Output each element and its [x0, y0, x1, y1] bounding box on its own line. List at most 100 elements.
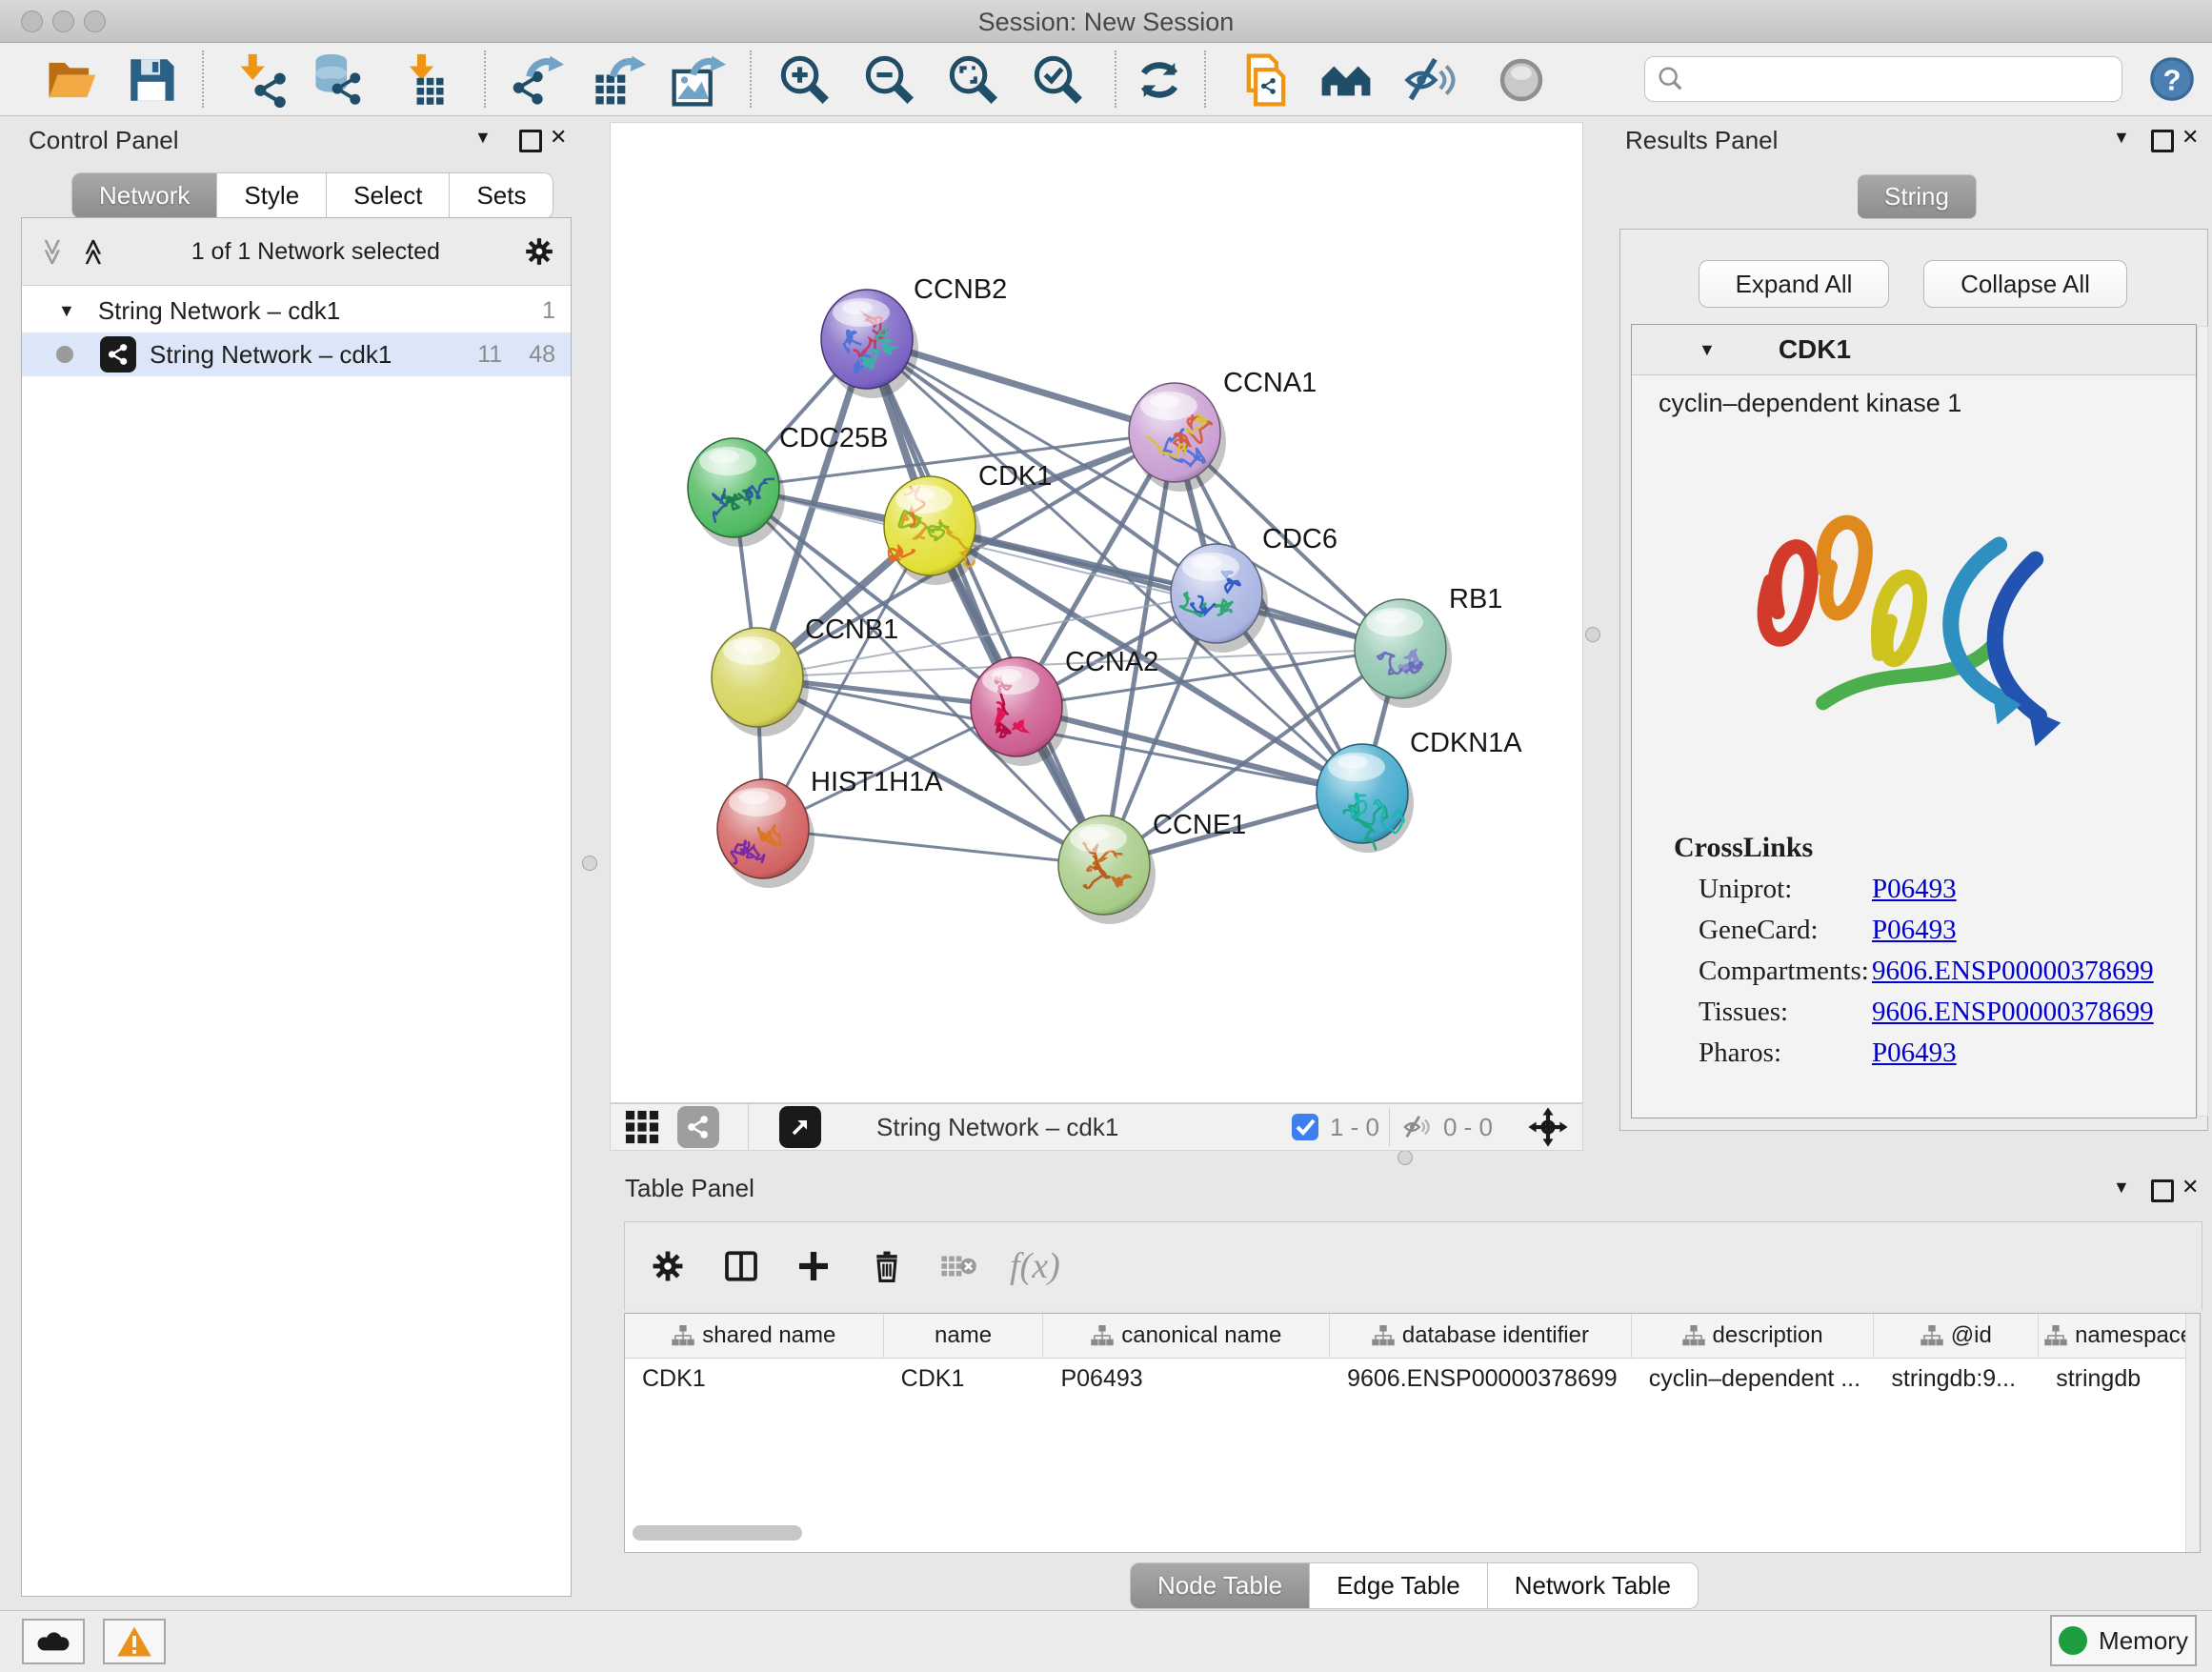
- results-panel-close-icon[interactable]: ✕: [2182, 125, 2199, 150]
- network-node-RB1[interactable]: RB1: [1355, 584, 1502, 708]
- tab-edge-table[interactable]: Edge Table: [1310, 1562, 1488, 1609]
- tab-select[interactable]: Select: [327, 172, 450, 219]
- import-network-file-icon[interactable]: [236, 52, 292, 108]
- column-header-database-identifier[interactable]: database identifier: [1330, 1314, 1632, 1358]
- control-panel-tabs: NetworkStyleSelectSets: [71, 172, 553, 219]
- tab-sets[interactable]: Sets: [450, 172, 553, 219]
- svg-text:?: ?: [2163, 63, 2182, 96]
- column-header--id[interactable]: @id: [1874, 1314, 2039, 1358]
- crosslink-link[interactable]: 9606.ENSP00000378699: [1872, 956, 2154, 987]
- search-input[interactable]: [1644, 56, 2122, 102]
- table-cell[interactable]: stringdb:9...: [1874, 1359, 2039, 1400]
- delete-column-icon[interactable]: [869, 1247, 905, 1285]
- zoom-selected-icon[interactable]: [1031, 52, 1086, 108]
- export-table-icon[interactable]: [591, 52, 646, 108]
- table-cell[interactable]: cyclin–dependent ...: [1632, 1359, 1875, 1400]
- column-header-name[interactable]: name: [884, 1314, 1044, 1358]
- tab-style[interactable]: Style: [217, 172, 327, 219]
- table-panel-float-icon[interactable]: [2151, 1179, 2174, 1202]
- results-panel-float-icon[interactable]: [2151, 130, 2174, 152]
- network-options-gear-icon[interactable]: [523, 235, 555, 268]
- network-node-CDK1[interactable]: CDK1: [884, 461, 1052, 585]
- warnings-button[interactable]: [103, 1619, 166, 1664]
- column-header-shared-name[interactable]: shared name: [625, 1314, 884, 1358]
- node-section-header[interactable]: ▼ CDK1: [1632, 325, 2196, 375]
- table-header-row[interactable]: shared namenamecanonical namedatabase id…: [625, 1314, 2200, 1359]
- grid-view-icon[interactable]: [622, 1107, 662, 1147]
- network-node-CCNB1[interactable]: CCNB1: [712, 614, 898, 736]
- birdseye-view-icon[interactable]: [779, 1106, 821, 1148]
- tab-node-table[interactable]: Node Table: [1130, 1562, 1310, 1609]
- table-cell[interactable]: CDK1: [625, 1359, 884, 1400]
- collapse-triangle-icon[interactable]: ▼: [1699, 340, 1716, 360]
- network-share-icon[interactable]: [677, 1106, 719, 1148]
- collapse-triangle-icon[interactable]: ▼: [58, 301, 75, 321]
- zoom-fit-icon[interactable]: [946, 52, 1001, 108]
- open-session-icon[interactable]: [44, 52, 99, 108]
- tab-string[interactable]: String: [1858, 174, 1977, 219]
- table-cell[interactable]: 9606.ENSP00000378699: [1330, 1359, 1632, 1400]
- help-icon[interactable]: ?: [2147, 54, 2197, 104]
- table-cell[interactable]: stringdb: [2039, 1359, 2200, 1400]
- network-node-CDKN1A[interactable]: CDKN1A: [1317, 728, 1522, 853]
- control-panel-menu-icon[interactable]: ▼: [474, 128, 492, 148]
- crosslink-link[interactable]: P06493: [1872, 915, 1957, 946]
- expand-all-networks-icon[interactable]: ≫: [37, 237, 69, 265]
- network-node-CDC6[interactable]: CDC6: [1171, 524, 1337, 653]
- table-horizontal-scrollbar[interactable]: [633, 1525, 802, 1541]
- table-cell[interactable]: P06493: [1043, 1359, 1330, 1400]
- table-options-gear-icon[interactable]: [650, 1248, 686, 1284]
- network-collection-row[interactable]: ▼ String Network – cdk1 1: [22, 289, 571, 332]
- zoom-in-icon[interactable]: [777, 52, 833, 108]
- crosshair-pan-icon[interactable]: [1527, 1106, 1569, 1148]
- node-label-CCNA2: CCNA2: [1065, 647, 1158, 677]
- table-vertical-scrollbar[interactable]: [2185, 1314, 2200, 1552]
- memory-button[interactable]: Memory: [2050, 1615, 2197, 1666]
- save-session-icon[interactable]: [124, 52, 179, 108]
- results-panel-menu-icon[interactable]: ▼: [2113, 128, 2130, 148]
- network-graph[interactable]: CCNB2CCNA1CDC25BCDK1CDC6RB1CCNB1CCNA2CDK…: [611, 123, 1582, 1102]
- apply-layout-icon[interactable]: [1132, 52, 1187, 108]
- show-columns-icon[interactable]: [722, 1247, 760, 1285]
- vertical-splitter-handle[interactable]: [1585, 627, 1600, 642]
- node-description: cyclin–dependent kinase 1: [1632, 375, 2196, 418]
- horizontal-splitter-handle[interactable]: [1398, 1150, 1413, 1165]
- control-panel-float-icon[interactable]: [519, 130, 542, 152]
- import-network-database-icon[interactable]: [311, 52, 366, 108]
- network-canvas[interactable]: CCNB2CCNA1CDC25BCDK1CDC6RB1CCNB1CCNA2CDK…: [610, 122, 1583, 1103]
- hide-panels-icon[interactable]: [1402, 52, 1458, 108]
- network-node-HIST1H1A[interactable]: HIST1H1A: [717, 767, 943, 888]
- crosslink-link[interactable]: P06493: [1872, 1037, 1957, 1069]
- zoom-out-icon[interactable]: [862, 52, 917, 108]
- export-network-icon[interactable]: [509, 52, 564, 108]
- selected-checkbox-icon[interactable]: [1290, 1112, 1320, 1142]
- network-node-CCNA1[interactable]: CCNA1: [1129, 368, 1317, 492]
- collapse-all-button[interactable]: Collapse All: [1923, 260, 2127, 308]
- column-header-description[interactable]: description: [1632, 1314, 1875, 1358]
- column-header-namespace[interactable]: namespace: [2039, 1314, 2200, 1358]
- control-panel-close-icon[interactable]: ✕: [550, 125, 567, 150]
- expand-all-button[interactable]: Expand All: [1699, 260, 1889, 308]
- collapse-all-networks-icon[interactable]: ≪: [78, 237, 110, 265]
- crosslink-link[interactable]: 9606.ENSP00000378699: [1872, 997, 2154, 1028]
- import-table-file-icon[interactable]: [398, 52, 453, 108]
- results-scrollbar[interactable]: [2197, 326, 2208, 1117]
- add-column-icon[interactable]: [794, 1247, 833, 1285]
- table-panel-close-icon[interactable]: ✕: [2182, 1175, 2199, 1199]
- network-node-CCNB2[interactable]: CCNB2: [821, 274, 1007, 398]
- column-header-canonical-name[interactable]: canonical name: [1043, 1314, 1330, 1358]
- cloud-button[interactable]: [22, 1619, 85, 1664]
- clone-network-icon[interactable]: [1238, 52, 1294, 108]
- statusbar-separator: [748, 1104, 749, 1150]
- vertical-splitter-handle[interactable]: [582, 856, 597, 871]
- crosslink-link[interactable]: P06493: [1872, 874, 1957, 905]
- network-row[interactable]: String Network – cdk1 11 48: [22, 332, 571, 376]
- tab-network-table[interactable]: Network Table: [1488, 1562, 1699, 1609]
- table-cell[interactable]: CDK1: [884, 1359, 1044, 1400]
- table-row[interactable]: CDK1CDK1P064939606.ENSP00000378699cyclin…: [625, 1359, 2200, 1400]
- show-networks-icon[interactable]: [1318, 52, 1374, 108]
- network-node-CCNE1[interactable]: CCNE1: [1058, 810, 1246, 924]
- export-image-icon[interactable]: [671, 52, 726, 108]
- tab-network[interactable]: Network: [71, 172, 217, 219]
- table-panel-menu-icon[interactable]: ▼: [2113, 1178, 2130, 1198]
